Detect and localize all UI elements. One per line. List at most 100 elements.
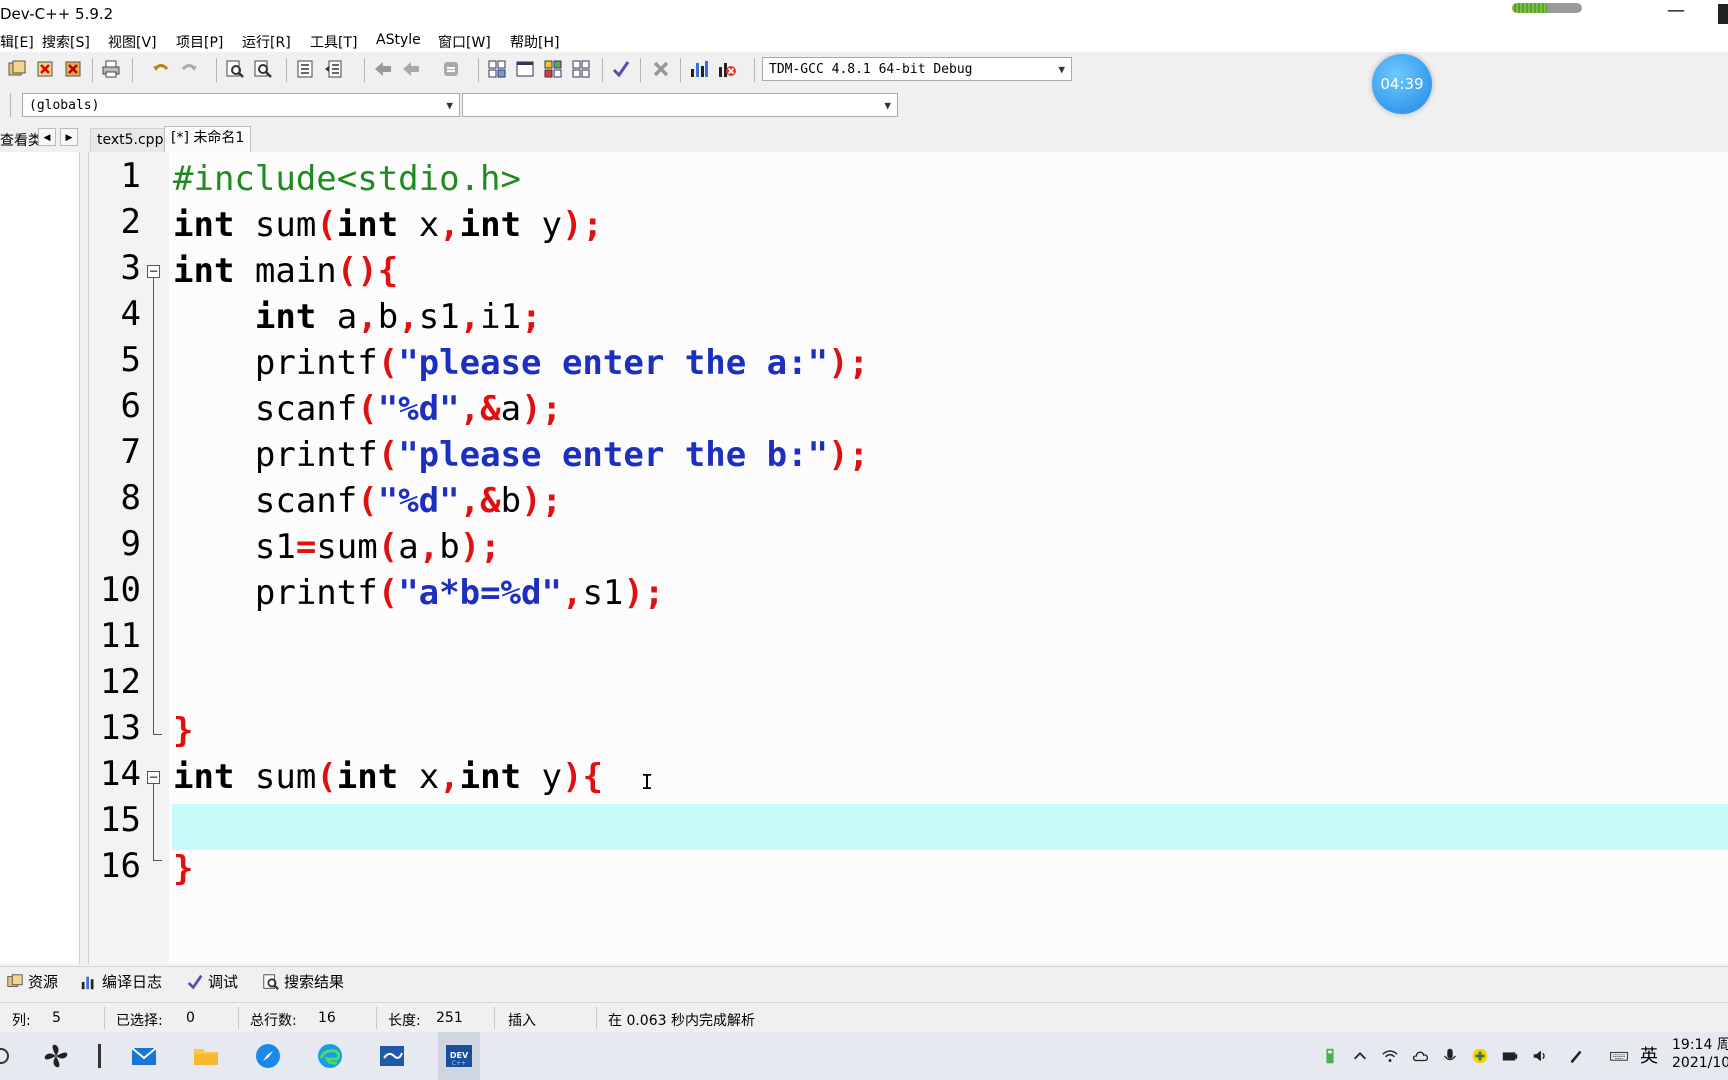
tab-compile-log[interactable]: 编译日志 <box>80 971 162 993</box>
replace-button[interactable] <box>252 58 274 80</box>
bookmark-next-button[interactable] <box>400 58 422 80</box>
rebuild-button[interactable] <box>570 58 592 80</box>
mail-button[interactable] <box>128 1040 160 1072</box>
mic-tray-button[interactable] <box>1440 1046 1460 1066</box>
delete-profile-button[interactable] <box>716 58 738 80</box>
code-editor-taskbar-button[interactable] <box>376 1040 408 1072</box>
menu-project[interactable]: 项目[P] <box>176 32 223 52</box>
code-line-3[interactable]: int main(){ <box>173 248 398 294</box>
close-project-button[interactable] <box>62 58 84 80</box>
minimize-button[interactable]: — <box>1664 0 1688 26</box>
security-tray-button[interactable] <box>1470 1046 1490 1066</box>
taskbar: DEV C++ 英 19:14 周 2021/10 <box>0 1032 1728 1080</box>
compile-run-button[interactable] <box>542 58 564 80</box>
redo-icon <box>181 64 197 71</box>
code-line-8[interactable]: scanf("%d",&b); <box>173 478 562 524</box>
checkmark-icon <box>612 61 630 78</box>
code-line-7[interactable]: printf("please enter the b:"); <box>173 432 869 478</box>
close-all-button[interactable] <box>6 58 28 80</box>
syntax-check-button[interactable] <box>610 58 632 80</box>
run-button[interactable] <box>514 58 536 80</box>
speaker-icon <box>1533 1050 1545 1062</box>
search-taskbar-button[interactable] <box>0 1040 24 1072</box>
edge-browser-button[interactable] <box>314 1040 346 1072</box>
fold-toggle-sum[interactable]: − <box>147 771 160 784</box>
code-line-16[interactable]: } <box>173 846 193 892</box>
tab-scroll-left[interactable]: ◀ <box>38 128 56 146</box>
browser-button[interactable] <box>252 1040 284 1072</box>
code-line-1[interactable]: #include<stdio.h> <box>173 156 521 202</box>
menu-bar: 辑[E] 搜索[S] 视图[V] 项目[P] 运行[R] 工具[T] AStyl… <box>0 28 1728 52</box>
token: "please enter the b:" <box>398 435 829 475</box>
keyboard-tray-button[interactable] <box>1604 1046 1634 1066</box>
token: int <box>459 205 522 245</box>
find-icon <box>263 974 279 990</box>
code-line-10[interactable]: printf("a*b=%d",s1); <box>173 570 664 616</box>
code-line-6[interactable]: scanf("%d",&a); <box>173 386 562 432</box>
undo-button[interactable] <box>150 58 172 80</box>
code-line-5[interactable]: printf("please enter the a:"); <box>173 340 869 386</box>
volume-tray-button[interactable] <box>1530 1046 1550 1066</box>
redo-button[interactable] <box>178 58 200 80</box>
cloud-tray-button[interactable] <box>1410 1046 1430 1066</box>
class-browser-panel[interactable] <box>0 152 80 964</box>
pen-tray-button[interactable] <box>1566 1046 1586 1066</box>
code-line-4[interactable]: int a,b,s1,i1; <box>173 294 542 340</box>
code-line-2[interactable]: int sum(int x,int y); <box>173 202 603 248</box>
window-edge-control[interactable] <box>1718 4 1728 24</box>
token: int <box>173 205 235 245</box>
indent-button[interactable] <box>294 58 316 80</box>
menu-edit[interactable]: 辑[E] <box>0 32 34 52</box>
member-select[interactable]: ▼ <box>462 93 898 117</box>
menu-astyle[interactable]: AStyle <box>376 32 421 48</box>
clock[interactable]: 19:14 周 2021/10 <box>1672 1036 1728 1072</box>
find-button[interactable] <box>224 58 246 80</box>
tab-scroll-right[interactable]: ▶ <box>60 128 78 146</box>
title-bar <box>0 0 1728 28</box>
tab-search-results[interactable]: 搜索结果 <box>262 971 344 993</box>
ime-indicator[interactable]: 英 <box>1640 1042 1658 1068</box>
svg-text:DEV: DEV <box>450 1051 469 1060</box>
chevron-up-icon <box>1353 1052 1367 1060</box>
tab-text5-cpp[interactable]: text5.cpp <box>90 128 171 152</box>
token: scanf <box>254 481 358 521</box>
unindent-button[interactable] <box>322 58 344 80</box>
profile-button[interactable] <box>688 58 710 80</box>
tab-unnamed-1[interactable]: [*] 未命名1 <box>164 126 252 152</box>
devcpp-taskbar-button[interactable]: DEV C++ <box>438 1032 480 1080</box>
print-button[interactable] <box>100 58 122 80</box>
compiler-select[interactable]: TDM-GCC 4.8.1 64-bit Debug ▼ <box>762 57 1072 81</box>
toggle-bookmark-button[interactable] <box>440 58 462 80</box>
tab-resources[interactable]: 资源 <box>6 971 58 993</box>
menu-window[interactable]: 窗口[W] <box>438 32 491 52</box>
clock-time: 19:14 周 <box>1672 1037 1728 1053</box>
token: ( <box>377 573 399 613</box>
file-explorer-button[interactable] <box>190 1040 222 1072</box>
tab-debug[interactable]: 调试 <box>186 971 238 993</box>
menu-run[interactable]: 运行[R] <box>242 32 291 52</box>
fold-guide <box>153 278 154 734</box>
close-file-button[interactable] <box>34 58 56 80</box>
compile-button[interactable] <box>486 58 508 80</box>
menu-view[interactable]: 视图[V] <box>108 32 157 52</box>
stop-execution-button[interactable] <box>650 58 672 80</box>
scope-select[interactable]: (globals) ▼ <box>22 93 460 117</box>
battery-tray-button[interactable] <box>1500 1046 1520 1066</box>
code-line-9[interactable]: s1=sum(a,b); <box>173 524 501 570</box>
token: ); <box>828 435 870 475</box>
usb-tray-button[interactable] <box>1320 1046 1340 1066</box>
recording-timer[interactable]: 04:39 <box>1372 54 1432 114</box>
menu-search[interactable]: 搜索[S] <box>42 32 90 52</box>
class-view-tab[interactable]: 查看类 <box>0 130 42 150</box>
bookmark-prev-button[interactable] <box>372 58 394 80</box>
code-line-13[interactable]: } <box>173 708 193 754</box>
fold-toggle-main[interactable]: − <box>147 265 160 278</box>
arrow-left-icon <box>375 62 391 76</box>
app-pinwheel-button[interactable] <box>40 1040 72 1072</box>
menu-help[interactable]: 帮助[H] <box>510 32 559 52</box>
code-line-14[interactable]: int sum(int x,int y){ <box>173 754 603 800</box>
tray-expand-button[interactable] <box>1350 1046 1370 1066</box>
wifi-tray-button[interactable] <box>1380 1046 1400 1066</box>
status-length-label: 长度: <box>388 1013 421 1029</box>
menu-tools[interactable]: 工具[T] <box>310 32 357 52</box>
